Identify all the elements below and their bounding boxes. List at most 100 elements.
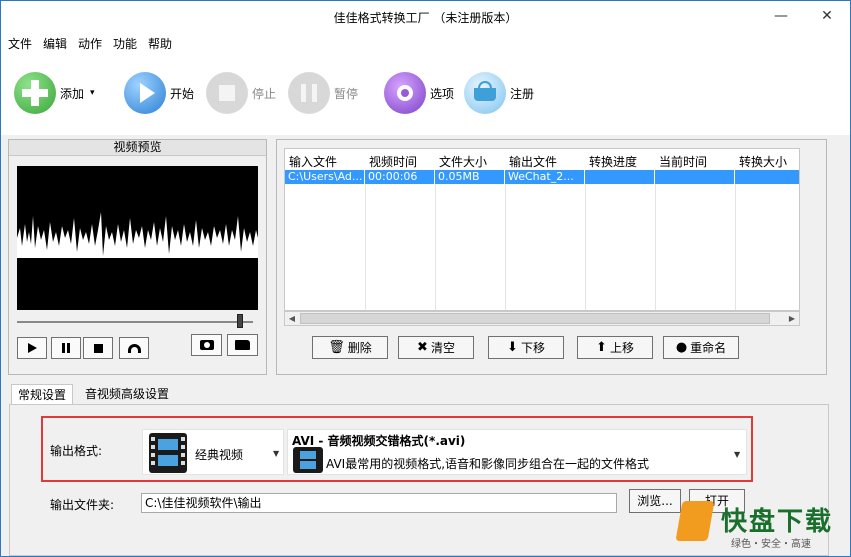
col-file-size[interactable]: 文件大小 [439, 153, 487, 170]
stop-icon [206, 72, 248, 114]
video-preview-panel: 视频预览 [8, 139, 267, 375]
move-up-label: 上移 [609, 341, 634, 355]
start-label: 开始 [170, 86, 195, 101]
move-down-label: 下移 [520, 341, 545, 355]
settings-tabs: 常规设置 音视频高级设置 [1, 381, 850, 406]
output-format-label: 输出格式: [50, 444, 103, 458]
headphones-icon [127, 343, 141, 353]
add-label: 添加 [60, 86, 85, 101]
pause-button[interactable]: 暂停 [288, 71, 358, 115]
close-button[interactable]: ✕ [813, 5, 841, 27]
column-divider [505, 184, 506, 310]
basket-icon [464, 72, 506, 114]
file-table[interactable]: 输入文件 视频时间 文件大小 输出文件 转换进度 当前时间 转换大小 C:\Us… [284, 148, 800, 311]
arrow-down-icon: ⬇ [507, 340, 518, 355]
app-window: 佳佳格式转换工厂 （未注册版本） — ✕ 文件 编辑 动作 功能 帮助 添加 ▾… [0, 0, 851, 557]
register-button[interactable]: 注册 [464, 71, 534, 115]
open-folder-button[interactable] [227, 334, 258, 356]
table-row[interactable]: C:\Users\Ad... 00:00:06 0.05MB WeChat_2.… [285, 170, 799, 184]
cell-video-time: 00:00:06 [365, 170, 435, 184]
preview-screen [17, 166, 258, 310]
scroll-left-icon[interactable]: ◀ [285, 312, 299, 325]
horizontal-scrollbar[interactable]: ◀ ▶ [284, 311, 800, 326]
snapshot-button[interactable] [191, 334, 222, 356]
col-current-time[interactable]: 当前时间 [659, 153, 707, 170]
col-converted-size[interactable]: 转换大小 [739, 153, 787, 170]
film-reel-icon: ● [675, 340, 688, 355]
play-button[interactable] [17, 337, 47, 359]
col-output-file[interactable]: 输出文件 [509, 153, 557, 170]
title-bar: 佳佳格式转换工厂 （未注册版本） — ✕ [1, 1, 850, 31]
register-label: 注册 [510, 86, 535, 101]
stop-icon [93, 343, 103, 353]
stop-label: 停止 [252, 86, 277, 101]
format-description: AVI最常用的视频格式,语音和影像同步组合在一起的文件格式 [326, 457, 650, 471]
rename-button[interactable]: ● 重命名 [663, 336, 739, 359]
options-button[interactable]: 选项 [384, 71, 454, 115]
col-progress[interactable]: 转换进度 [589, 153, 637, 170]
preview-stop-button[interactable] [83, 337, 113, 359]
output-folder-input[interactable]: C:\佳佳视频软件\输出 [141, 493, 617, 513]
output-folder-label: 输出文件夹: [50, 498, 115, 512]
pause-icon [62, 343, 70, 353]
tab-advanced-settings[interactable]: 音视频高级设置 [79, 384, 175, 406]
options-label: 选项 [430, 86, 455, 101]
cell-converted-size [735, 170, 799, 184]
gear-icon [384, 72, 426, 114]
scroll-right-icon[interactable]: ▶ [785, 312, 799, 325]
add-dropdown-icon[interactable]: ▾ [90, 88, 95, 98]
film-icon [293, 447, 323, 473]
add-button[interactable]: 添加 ▾ [14, 71, 95, 115]
minimize-button[interactable]: — [767, 5, 795, 27]
film-icon [149, 433, 187, 473]
move-down-button[interactable]: ⬇ 下移 [488, 336, 564, 359]
preview-pause-button[interactable] [51, 337, 81, 359]
stop-button[interactable]: 停止 [206, 71, 276, 115]
cell-input-file: C:\Users\Ad... [285, 170, 365, 184]
menu-bar: 文件 编辑 动作 功能 帮助 [1, 31, 850, 53]
format-select[interactable]: AVI - 音频视频交错格式(*.avi) AVI最常用的视频格式,语音和影像同… [287, 429, 747, 475]
trash-icon: 🗑 [328, 340, 345, 355]
watermark-tagline: 绿色・安全・高速 [731, 539, 811, 550]
window-title: 佳佳格式转换工厂 （未注册版本） [333, 11, 518, 25]
menu-function[interactable]: 功能 [113, 35, 137, 52]
chevron-down-icon: ▼ [734, 450, 741, 459]
folder-icon [235, 340, 250, 350]
volume-button[interactable] [119, 337, 149, 359]
col-video-time[interactable]: 视频时间 [369, 153, 417, 170]
seek-track[interactable] [17, 321, 253, 323]
column-divider [435, 184, 436, 310]
watermark-brand: 快盘下载 [721, 507, 834, 537]
menu-edit[interactable]: 编辑 [43, 35, 67, 52]
tab-general-settings[interactable]: 常规设置 [11, 384, 74, 406]
cell-output-file: WeChat_2... [505, 170, 585, 184]
move-up-button[interactable]: ⬆ 上移 [577, 336, 653, 359]
seek-handle[interactable] [237, 314, 243, 328]
menu-help[interactable]: 帮助 [148, 35, 172, 52]
clear-label: 清空 [430, 341, 455, 355]
delete-button[interactable]: 🗑 删除 [312, 336, 388, 359]
clear-button[interactable]: ✖ 清空 [398, 336, 474, 359]
table-header: 输入文件 视频时间 文件大小 输出文件 转换进度 当前时间 转换大小 [285, 149, 799, 170]
column-divider [655, 184, 656, 310]
format-category-select[interactable]: 经典视频 ▼ [142, 429, 284, 475]
format-category-value: 经典视频 [195, 448, 244, 462]
watermark-logo: 快盘下载 绿色・安全・高速 [669, 491, 849, 553]
column-divider [585, 184, 586, 310]
scrollbar-thumb[interactable] [300, 313, 770, 324]
pause-label: 暂停 [334, 86, 359, 101]
chevron-down-icon: ▼ [273, 449, 280, 458]
rename-label: 重命名 [690, 341, 727, 355]
preview-title: 视频预览 [9, 140, 266, 156]
menu-file[interactable]: 文件 [8, 35, 32, 52]
column-divider [735, 184, 736, 310]
start-button[interactable]: 开始 [124, 71, 194, 115]
menu-action[interactable]: 动作 [78, 35, 102, 52]
file-list-panel: 输入文件 视频时间 文件大小 输出文件 转换进度 当前时间 转换大小 C:\Us… [276, 139, 827, 375]
audio-waveform [17, 212, 258, 258]
k-logo-icon [675, 501, 715, 541]
delete-label: 删除 [347, 341, 372, 355]
plus-icon [14, 72, 56, 114]
pause-icon [288, 72, 330, 114]
col-input-file[interactable]: 输入文件 [289, 153, 337, 170]
